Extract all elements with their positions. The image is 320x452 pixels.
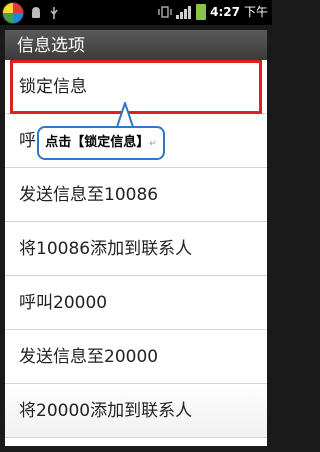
- options-list: 锁定信息 呼叫10086 发送信息至10086 将10086添加到联系人 呼叫2…: [5, 60, 267, 438]
- option-send-message-20000[interactable]: 发送信息至20000: [5, 330, 267, 384]
- signal-icon: [176, 5, 192, 19]
- battery-icon: [196, 3, 207, 20]
- android-icon: [32, 7, 40, 18]
- status-period: 下午: [243, 5, 268, 19]
- instruction-callout: 点击【锁定信息】↵: [37, 126, 165, 160]
- status-bar-left: [2, 2, 60, 24]
- status-bar-right: 4:27 下午: [158, 3, 268, 20]
- callout-text: 点击【锁定信息】: [45, 135, 150, 150]
- option-add-contact-10086[interactable]: 将10086添加到联系人: [5, 222, 267, 276]
- callout-mark: ↵: [149, 139, 157, 149]
- option-send-message-10086[interactable]: 发送信息至10086: [5, 168, 267, 222]
- option-add-contact-20000[interactable]: 将20000添加到联系人: [5, 384, 267, 438]
- option-lock-message[interactable]: 锁定信息: [5, 60, 267, 114]
- status-time: 4:27: [210, 4, 240, 19]
- app-icon: [2, 2, 24, 24]
- usb-icon: [50, 7, 58, 19]
- dialog-title: 信息选项: [5, 30, 267, 60]
- callout-pointer: [116, 102, 134, 128]
- vibrate-icon: [158, 5, 172, 18]
- options-dialog: 信息选项 锁定信息 呼叫10086 发送信息至10086 将10086添加到联系…: [5, 30, 267, 446]
- option-call-20000[interactable]: 呼叫20000: [5, 276, 267, 330]
- status-bar: 4:27 下午: [0, 0, 272, 25]
